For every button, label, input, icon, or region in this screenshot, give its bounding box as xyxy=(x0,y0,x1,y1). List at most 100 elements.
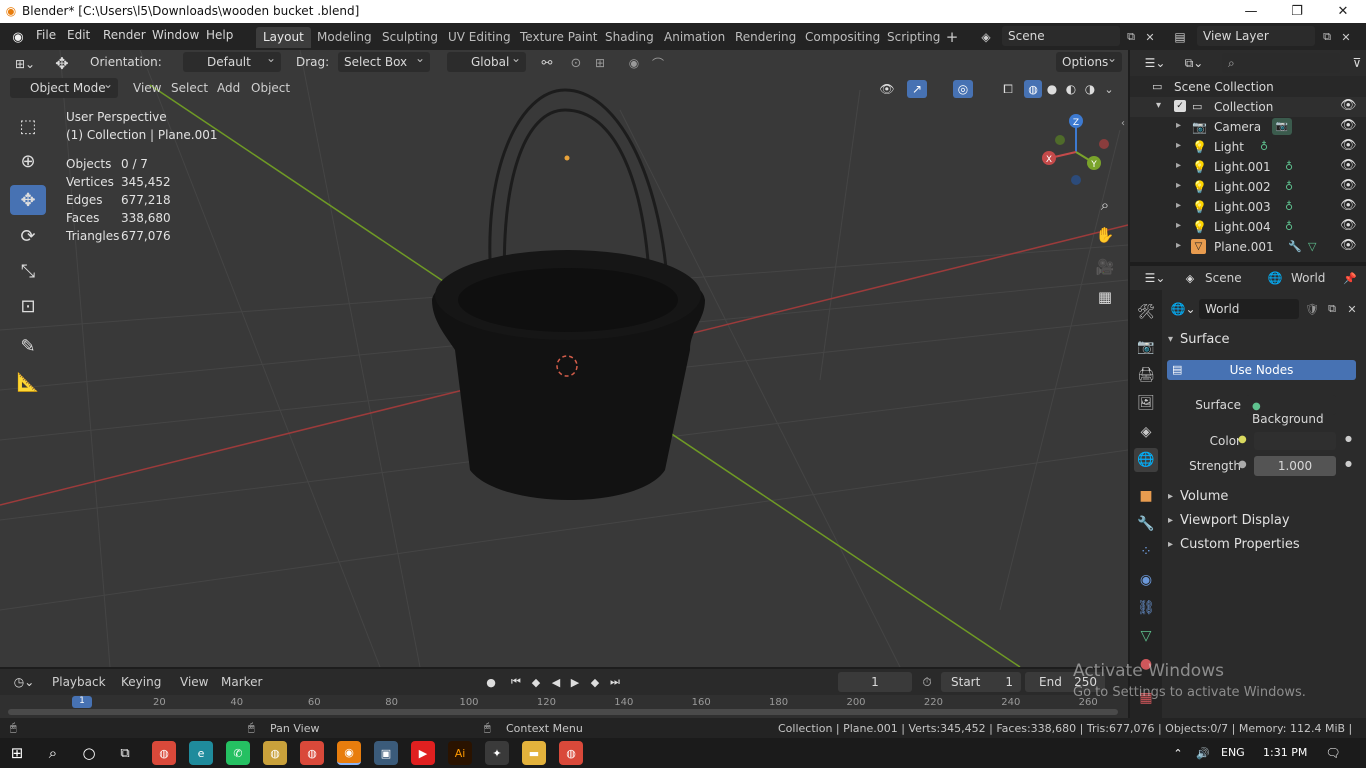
breadcrumb-world[interactable]: World xyxy=(1291,271,1325,285)
tab-rendering[interactable]: Rendering xyxy=(728,27,803,48)
chrome-icon[interactable]: ◍ xyxy=(152,741,176,765)
tab-scripting[interactable]: Scripting xyxy=(880,27,947,48)
new-scene-icon[interactable]: ⧉ xyxy=(1122,28,1140,46)
strength-socket-icon[interactable]: ● xyxy=(1238,459,1247,470)
outliner-light-001[interactable]: ▸ 💡 Light.001 ♁ 👁 xyxy=(1130,157,1366,177)
sidebar-toggle-icon[interactable]: ‹ xyxy=(1118,116,1128,130)
outliner-light-002[interactable]: ▸ 💡 Light.002 ♁ 👁 xyxy=(1130,177,1366,197)
tab-world[interactable]: 🌐 xyxy=(1134,448,1158,472)
youtube-icon[interactable]: ▶ xyxy=(411,741,435,765)
view-layer-field[interactable]: View Layer xyxy=(1197,26,1315,46)
duplicate-world-icon[interactable]: ⧉ xyxy=(1323,301,1341,317)
editor-type-icon[interactable]: ⊞⌄ xyxy=(10,54,40,74)
game-icon[interactable]: ✦ xyxy=(485,741,509,765)
camera-view-icon[interactable]: 🎥 xyxy=(1092,254,1118,280)
cursor-tool[interactable]: ⊕ xyxy=(10,146,46,176)
scene-selector-icon[interactable]: ◈ xyxy=(974,28,998,46)
expand-icon[interactable]: ▾ xyxy=(1156,100,1161,111)
eye-icon[interactable]: 👁 xyxy=(1340,138,1357,153)
viewport-menu-select[interactable]: Select xyxy=(171,81,208,95)
photos-icon[interactable]: ▣ xyxy=(374,741,398,765)
light-data-icon[interactable]: ♁ xyxy=(1285,200,1293,213)
use-nodes-button[interactable]: ▤ Use Nodes xyxy=(1167,360,1356,380)
blender-menu-icon[interactable]: ◉ xyxy=(9,28,27,46)
jump-start-icon[interactable]: ⏮ xyxy=(507,673,525,691)
expand-icon[interactable]: ▸ xyxy=(1176,120,1181,131)
world-name-field[interactable]: World xyxy=(1199,299,1299,319)
light-data-icon[interactable]: ♁ xyxy=(1285,160,1293,173)
minimize-button[interactable]: — xyxy=(1228,0,1274,23)
menu-render[interactable]: Render xyxy=(103,28,146,42)
clock[interactable]: 1:31 PM xyxy=(1263,746,1307,759)
pivot-point-icon[interactable]: ⚯ xyxy=(534,53,560,73)
viewport-display-section-header[interactable]: Viewport Display xyxy=(1180,513,1290,528)
view-layer-icon[interactable]: ▤ xyxy=(1168,28,1192,46)
task-view-icon[interactable]: ⧉ xyxy=(116,744,134,762)
eye-icon[interactable]: 👁 xyxy=(1340,118,1357,133)
shading-options-icon[interactable]: ⌄ xyxy=(1102,80,1116,98)
close-button[interactable]: ✕ xyxy=(1320,0,1366,23)
tab-texture-paint[interactable]: Texture Paint xyxy=(513,27,604,48)
visibility-icon[interactable]: 👁 xyxy=(872,80,902,98)
timeline-scrollbar[interactable] xyxy=(8,709,1118,715)
light-data-icon[interactable]: ♁ xyxy=(1260,140,1268,153)
pan-view-icon[interactable]: ✋ xyxy=(1092,222,1118,248)
surface-section-header[interactable]: Surface xyxy=(1180,332,1230,347)
chrome-profile-2-icon[interactable]: ◍ xyxy=(300,741,324,765)
select-box-tool[interactable]: ⬚ xyxy=(10,111,46,141)
solid-shading-icon[interactable]: ● xyxy=(1043,80,1061,98)
tab-render[interactable]: 📷 xyxy=(1134,335,1158,359)
tab-uv-editing[interactable]: UV Editing xyxy=(441,27,518,48)
checkbox-icon[interactable]: ✓ xyxy=(1174,100,1186,112)
tab-view-layer[interactable]: 🖼 xyxy=(1134,391,1158,415)
viewport-menu-view[interactable]: View xyxy=(133,81,161,95)
next-keyframe-icon[interactable]: ◆ xyxy=(586,673,604,691)
chrome-app-icon[interactable]: ◍ xyxy=(559,741,583,765)
filter-icon[interactable]: ⊽ xyxy=(1348,53,1366,73)
falloff-icon[interactable]: ⌒ xyxy=(646,53,670,73)
outliner-editor-type-icon[interactable]: ☰⌄ xyxy=(1140,53,1170,73)
eye-icon[interactable]: 👁 xyxy=(1340,178,1357,193)
color-swatch[interactable] xyxy=(1254,432,1336,450)
delete-view-layer-icon[interactable]: ✕ xyxy=(1338,28,1354,46)
new-view-layer-icon[interactable]: ⧉ xyxy=(1318,28,1336,46)
outliner-camera[interactable]: ▸ 📷 Camera 📷 👁 xyxy=(1130,117,1366,137)
breadcrumb-scene[interactable]: Scene xyxy=(1205,271,1242,285)
mesh-data-icon[interactable]: ▽ xyxy=(1308,240,1316,253)
prev-keyframe-icon[interactable]: ◆ xyxy=(527,673,545,691)
tab-object[interactable]: ■ xyxy=(1134,484,1158,508)
light-data-icon[interactable]: ♁ xyxy=(1285,220,1293,233)
color-socket-icon[interactable]: ● xyxy=(1238,434,1247,445)
timeline-ruler[interactable]: 120406080100120140160180200220240260 1 xyxy=(0,695,1128,718)
cortana-icon[interactable]: ○ xyxy=(80,744,98,762)
custom-properties-section-header[interactable]: Custom Properties xyxy=(1180,537,1300,552)
rendered-shading-icon[interactable]: ◑ xyxy=(1081,80,1099,98)
3d-viewport[interactable]: ⊞⌄ ✥ Orientation: Default Drag: Select B… xyxy=(0,50,1128,667)
expand-icon[interactable]: ▸ xyxy=(1168,491,1173,502)
annotate-tool[interactable]: ✎ xyxy=(10,331,46,361)
pin-icon[interactable]: 📌 xyxy=(1342,269,1358,287)
eye-icon[interactable]: 👁 xyxy=(1340,218,1357,233)
jump-end-icon[interactable]: ⏭ xyxy=(606,673,624,691)
notifications-icon[interactable]: 🗨 xyxy=(1324,745,1342,761)
scale-tool[interactable]: ⤡ xyxy=(10,256,46,286)
menu-edit[interactable]: Edit xyxy=(67,28,90,42)
tab-data[interactable]: ▽ xyxy=(1134,624,1158,648)
start-frame-field[interactable]: Start 1 xyxy=(941,672,1021,692)
timeline-menu-playback[interactable]: Playback xyxy=(52,675,106,689)
drag-dropdown[interactable]: Select Box xyxy=(338,51,430,72)
tab-animation[interactable]: Animation xyxy=(657,27,732,48)
outliner-scene-collection[interactable]: ▭ Scene Collection xyxy=(1130,77,1366,97)
snap-icon[interactable]: ⊙ xyxy=(566,53,586,73)
playhead[interactable]: 1 xyxy=(72,696,92,708)
perspective-toggle-icon[interactable]: ▦ xyxy=(1092,284,1118,310)
blender-taskbar-icon[interactable]: ◉ xyxy=(337,741,361,765)
properties-editor-type-icon[interactable]: ☰⌄ xyxy=(1140,269,1170,287)
tab-particles[interactable]: ⁘ xyxy=(1134,540,1158,564)
move-tool[interactable]: ✥ xyxy=(10,185,46,215)
maximize-button[interactable]: ❐ xyxy=(1274,0,1320,23)
illustrator-icon[interactable]: Ai xyxy=(448,741,472,765)
transform-tool[interactable]: ⊡ xyxy=(10,291,46,321)
timeline-menu-keying[interactable]: Keying xyxy=(121,675,161,689)
options-dropdown[interactable]: Options xyxy=(1056,51,1122,72)
